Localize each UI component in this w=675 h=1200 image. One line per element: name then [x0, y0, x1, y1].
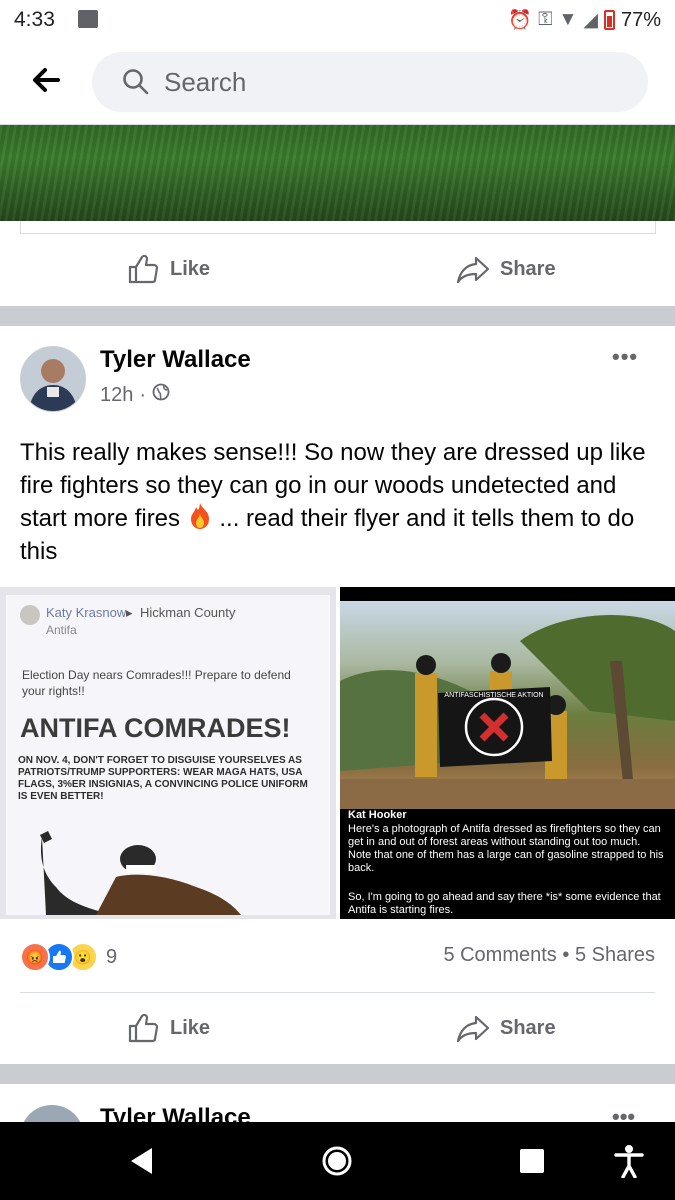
feed-divider [0, 306, 675, 326]
poster-avatar-icon [20, 605, 40, 625]
poster-paper: Katy Krasnow ▸ Hickman County Antifa Ele… [6, 595, 330, 915]
top-bar: Search [0, 42, 675, 125]
caption-text: Here's a photograph of Antifa dressed as… [348, 823, 664, 874]
like-button[interactable]: Like [126, 1011, 210, 1045]
avatar[interactable] [20, 346, 86, 412]
thumbs-up-icon [128, 1013, 159, 1043]
nav-recents-icon[interactable] [519, 1148, 545, 1174]
poster-arrow: ▸ [126, 605, 133, 620]
wifi-icon: ▼ [558, 9, 578, 30]
search-icon [122, 68, 150, 96]
share-arrow-icon [456, 1015, 490, 1043]
feed-divider [0, 1064, 675, 1084]
action-separator [20, 992, 655, 993]
share-label: Share [500, 1016, 556, 1039]
like-label: Like [170, 257, 211, 280]
meta-dot: · [139, 383, 147, 406]
status-bar: 4:33 ⏰ ⚿ ▼ ◢ 77% [0, 0, 675, 42]
poster-group: Hickman County [140, 605, 236, 620]
alarm-icon: ⏰ [508, 10, 533, 31]
poster-illustration [40, 831, 241, 915]
firefighters-photo: ANTIFASCHISTISCHE AKTION [340, 601, 675, 809]
engagement-counts: 5 Comments • 5 Shares [443, 944, 655, 967]
counts-dot: • [562, 944, 575, 966]
post-image-firefighters[interactable]: ANTIFASCHISTISCHE AKTION Kat Hooker Here… [340, 587, 675, 919]
flag-text: ANTIFASCHISTISCHE AKTION [444, 692, 543, 699]
nav-back-icon[interactable] [128, 1146, 154, 1176]
back-arrow-icon[interactable] [28, 60, 68, 100]
nav-home-icon[interactable] [321, 1145, 353, 1177]
like-button[interactable]: Like [126, 252, 210, 286]
accessibility-icon[interactable] [614, 1144, 644, 1178]
share-button[interactable]: Share [456, 252, 556, 286]
more-options-icon[interactable]: ••• [612, 344, 638, 370]
poster-group2: Antifa [46, 623, 77, 637]
comments-count[interactable]: 5 Comments [443, 944, 556, 966]
status-time: 4:33 [14, 8, 55, 31]
post-author[interactable]: Tyler Wallace [100, 346, 251, 374]
battery-percent: 77% [620, 8, 661, 31]
poster-author: Katy Krasnow [46, 605, 127, 620]
fire-emoji-icon [187, 502, 213, 535]
reactions-summary[interactable]: 😡 😮 9 [20, 942, 117, 972]
post-timestamp[interactable]: 12h [100, 384, 133, 407]
angry-reaction-icon: 😡 [20, 942, 50, 972]
post-meta: 12h · [100, 383, 170, 407]
reaction-count: 9 [106, 945, 118, 968]
poster-headline: ANTIFA COMRADES! [20, 713, 291, 743]
poster-line1: Election Day nears Comrades!!! Prepare t… [22, 668, 291, 698]
caption-text-2: So, I'm going to go ahead and say there … [348, 891, 661, 916]
image-notification-icon [78, 10, 98, 28]
post-image-poster[interactable]: Katy Krasnow ▸ Hickman County Antifa Ele… [0, 587, 336, 919]
share-label: Share [500, 257, 556, 280]
search-placeholder: Search [164, 67, 247, 97]
share-button[interactable]: Share [456, 1011, 556, 1045]
search-bar[interactable]: Search [92, 52, 648, 112]
like-label: Like [170, 1016, 211, 1039]
poster-body: ON NOV. 4, DON'T FORGET TO DISGUISE YOUR… [18, 755, 308, 802]
thumbs-up-icon [128, 254, 159, 284]
link-card-frame [20, 221, 656, 234]
globe-icon [152, 383, 170, 407]
status-icons: ⏰ ⚿ ▼ ◢ 77% [508, 8, 661, 32]
post-image-grass[interactable] [0, 125, 675, 221]
caption-author: Kat Hooker [348, 809, 407, 821]
signal-icon: ◢ [583, 9, 598, 31]
vpn-key-icon: ⚿ [538, 9, 553, 30]
system-nav-bar [0, 1122, 675, 1200]
battery-icon [603, 10, 615, 30]
shares-count[interactable]: 5 Shares [575, 944, 655, 966]
share-arrow-icon [456, 256, 490, 284]
post-text: This really makes sense!!! So now they a… [20, 436, 660, 568]
